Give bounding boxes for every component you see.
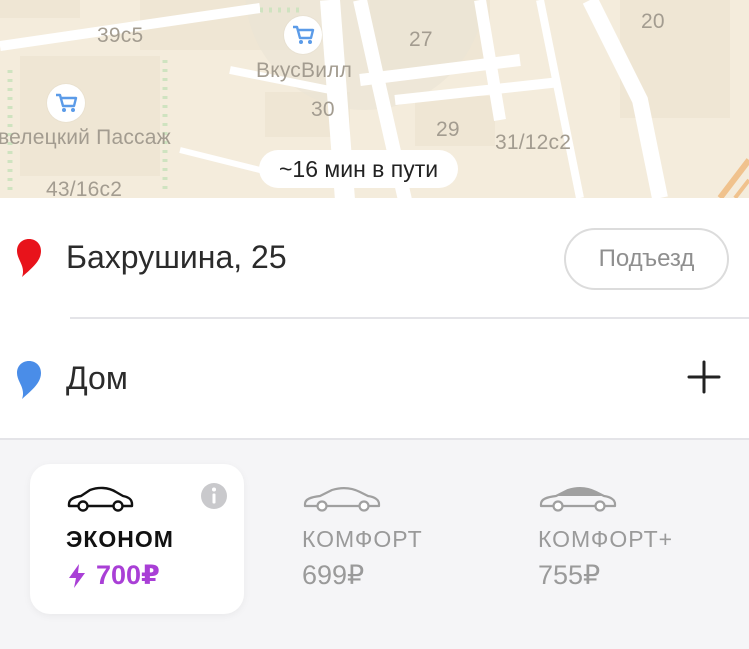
destination-address[interactable]: Дом bbox=[66, 360, 128, 397]
car-icon bbox=[539, 487, 617, 512]
trip-time-badge: ~16 мин в пути bbox=[259, 150, 459, 188]
add-stop-plus-icon[interactable] bbox=[686, 359, 722, 395]
surge-lightning-icon bbox=[69, 563, 85, 588]
pickup-row[interactable]: Бахрушина, 25 Подъезд bbox=[0, 198, 749, 318]
map-label-poi: ВкусВилл bbox=[256, 59, 353, 82]
car-icon bbox=[67, 486, 134, 512]
map-label-building: 29 bbox=[436, 118, 460, 141]
tariff-name: ЭКОНОМ bbox=[66, 526, 174, 552]
map-label-poi: велецкий Пассаж bbox=[0, 126, 171, 149]
tariff-card-econom[interactable]: ЭКОНОМ 700₽ bbox=[30, 464, 244, 614]
info-icon[interactable] bbox=[200, 482, 228, 510]
pickup-pin-icon bbox=[17, 239, 41, 277]
destination-pin-icon bbox=[17, 361, 41, 399]
map-label-building: 30 bbox=[311, 98, 335, 121]
tariff-price-value: 755₽ bbox=[538, 560, 601, 590]
map-label-building: 20 bbox=[641, 10, 665, 33]
tariff-name: КОМФОРТ+ bbox=[538, 526, 674, 552]
tariff-selector: ЭКОНОМ 700₽ КОМФОРТ 699₽ КОМФОРТ+ 755₽ bbox=[0, 440, 749, 649]
map-label-building: 39с5 bbox=[97, 24, 144, 47]
tariff-card-comfort-plus[interactable]: КОМФОРТ+ 755₽ bbox=[502, 464, 716, 614]
tariff-name: КОМФОРТ bbox=[302, 526, 423, 552]
map-label-building: 43/16с2 bbox=[46, 178, 123, 198]
pickup-address[interactable]: Бахрушина, 25 bbox=[66, 239, 287, 276]
map-view[interactable]: 39с5 27 20 ВкусВилл 30 велецкий Пассаж 2… bbox=[0, 0, 749, 198]
tariff-price-value: 700₽ bbox=[96, 560, 160, 590]
map-label-building: 31/12с2 bbox=[495, 131, 572, 154]
shopping-cart-icon[interactable] bbox=[47, 84, 85, 122]
car-icon bbox=[303, 487, 381, 512]
tariff-price-value: 699₽ bbox=[302, 560, 365, 590]
tariff-price: 700₽ bbox=[66, 560, 160, 591]
tariff-card-comfort[interactable]: КОМФОРТ 699₽ bbox=[266, 464, 480, 614]
shopping-cart-icon[interactable] bbox=[284, 16, 322, 54]
destination-row[interactable]: Дом bbox=[0, 318, 749, 438]
map-label-building: 27 bbox=[409, 28, 433, 51]
entrance-button[interactable]: Подъезд bbox=[564, 228, 729, 290]
